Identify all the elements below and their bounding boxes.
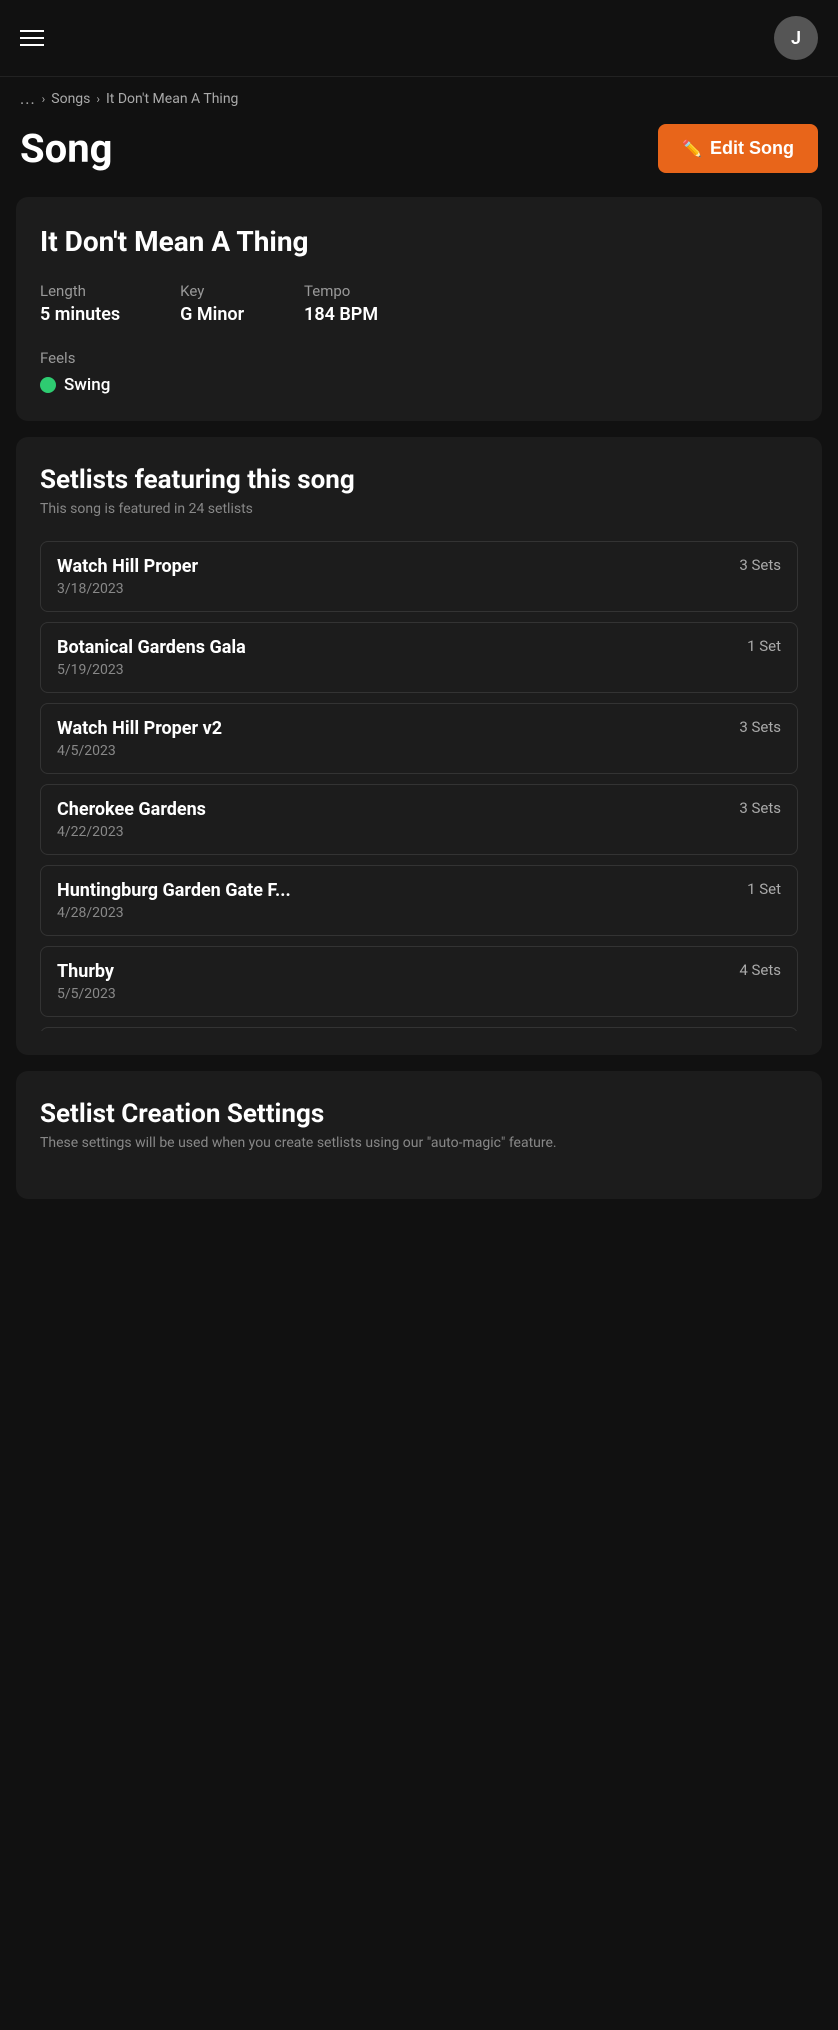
- setlist-item[interactable]: Quickie 1 Set: [40, 1027, 798, 1031]
- setlist-item-sets: 3 Sets: [739, 718, 781, 736]
- key-value: G Minor: [180, 304, 244, 325]
- setlist-item[interactable]: Cherokee Gardens 3 Sets 4/22/2023: [40, 784, 798, 855]
- setlist-item-date: 5/19/2023: [57, 662, 781, 678]
- setlist-item-name: Watch Hill Proper v2: [57, 718, 222, 739]
- setlist-item-header: Thurby 4 Sets: [57, 961, 781, 982]
- song-tempo: Tempo 184 BPM: [304, 282, 378, 325]
- setlist-item-name: Huntingburg Garden Gate F...: [57, 880, 291, 901]
- setlists-section: Setlists featuring this song This song i…: [16, 437, 822, 1055]
- setlist-item-sets: 4 Sets: [739, 961, 781, 979]
- setlist-item[interactable]: Thurby 4 Sets 5/5/2023: [40, 946, 798, 1017]
- setlist-item-date: 4/5/2023: [57, 743, 781, 759]
- breadcrumb: ... › Songs › It Don't Mean A Thing: [0, 77, 838, 116]
- setlists-section-title: Setlists featuring this song: [40, 465, 798, 495]
- song-feels: Feels Swing: [40, 349, 798, 397]
- breadcrumb-current-song: It Don't Mean A Thing: [106, 91, 238, 107]
- edit-song-label: Edit Song: [710, 138, 794, 159]
- song-title: It Don't Mean A Thing: [40, 225, 798, 258]
- setlist-item-date: 4/22/2023: [57, 824, 781, 840]
- breadcrumb-dots[interactable]: ...: [20, 89, 36, 108]
- setlist-item-date: 4/28/2023: [57, 905, 781, 921]
- creation-settings-section: Setlist Creation Settings These settings…: [16, 1071, 822, 1199]
- setlist-item-sets: 1 Set: [747, 880, 781, 898]
- setlist-item-header: Watch Hill Proper 3 Sets: [57, 556, 781, 577]
- breadcrumb-songs[interactable]: Songs: [51, 91, 90, 107]
- feel-dot-icon: [40, 377, 56, 393]
- tempo-label: Tempo: [304, 282, 378, 300]
- setlist-item[interactable]: Botanical Gardens Gala 1 Set 5/19/2023: [40, 622, 798, 693]
- setlist-item-sets: 1 Set: [747, 637, 781, 655]
- setlist-item[interactable]: Watch Hill Proper v2 3 Sets 4/5/2023: [40, 703, 798, 774]
- setlist-item-date: 5/5/2023: [57, 986, 781, 1002]
- setlist-item-header: Huntingburg Garden Gate F... 1 Set: [57, 880, 781, 901]
- tempo-value: 184 BPM: [304, 304, 378, 325]
- chevron-right-icon-2: ›: [96, 92, 100, 106]
- setlist-item-name: Cherokee Gardens: [57, 799, 206, 820]
- setlist-item-name: Watch Hill Proper: [57, 556, 198, 577]
- feel-name: Swing: [64, 375, 110, 395]
- key-label: Key: [180, 282, 244, 300]
- edit-song-button[interactable]: ✏️ Edit Song: [658, 124, 818, 173]
- length-value: 5 minutes: [40, 304, 120, 325]
- setlist-item[interactable]: Huntingburg Garden Gate F... 1 Set 4/28/…: [40, 865, 798, 936]
- setlist-item-sets: 3 Sets: [739, 799, 781, 817]
- setlists-section-subtitle: This song is featured in 24 setlists: [40, 501, 798, 517]
- setlist-item[interactable]: Watch Hill Proper 3 Sets 3/18/2023: [40, 541, 798, 612]
- page-title-row: Song ✏️ Edit Song: [0, 116, 838, 193]
- setlist-item-sets: 3 Sets: [739, 556, 781, 574]
- edit-icon: ✏️: [682, 139, 702, 159]
- feel-badge: Swing: [40, 375, 110, 395]
- feels-label: Feels: [40, 349, 798, 367]
- page-title: Song: [20, 125, 112, 172]
- setlist-item-name: Botanical Gardens Gala: [57, 637, 246, 658]
- song-key: Key G Minor: [180, 282, 244, 325]
- song-length: Length 5 minutes: [40, 282, 120, 325]
- creation-settings-title: Setlist Creation Settings: [40, 1099, 798, 1129]
- chevron-right-icon: ›: [42, 92, 46, 106]
- song-card: It Don't Mean A Thing Length 5 minutes K…: [16, 197, 822, 421]
- setlist-list: Watch Hill Proper 3 Sets 3/18/2023 Botan…: [40, 541, 798, 1031]
- setlist-item-header: Watch Hill Proper v2 3 Sets: [57, 718, 781, 739]
- setlist-item-header: Cherokee Gardens 3 Sets: [57, 799, 781, 820]
- header: J: [0, 0, 838, 77]
- hamburger-menu-button[interactable]: [20, 30, 44, 46]
- avatar[interactable]: J: [774, 16, 818, 60]
- creation-settings-subtitle: These settings will be used when you cre…: [40, 1135, 798, 1151]
- setlist-item-date: 3/18/2023: [57, 581, 781, 597]
- setlist-item-name: Thurby: [57, 961, 114, 982]
- song-meta-row: Length 5 minutes Key G Minor Tempo 184 B…: [40, 282, 798, 325]
- setlist-item-header: Botanical Gardens Gala 1 Set: [57, 637, 781, 658]
- length-label: Length: [40, 282, 120, 300]
